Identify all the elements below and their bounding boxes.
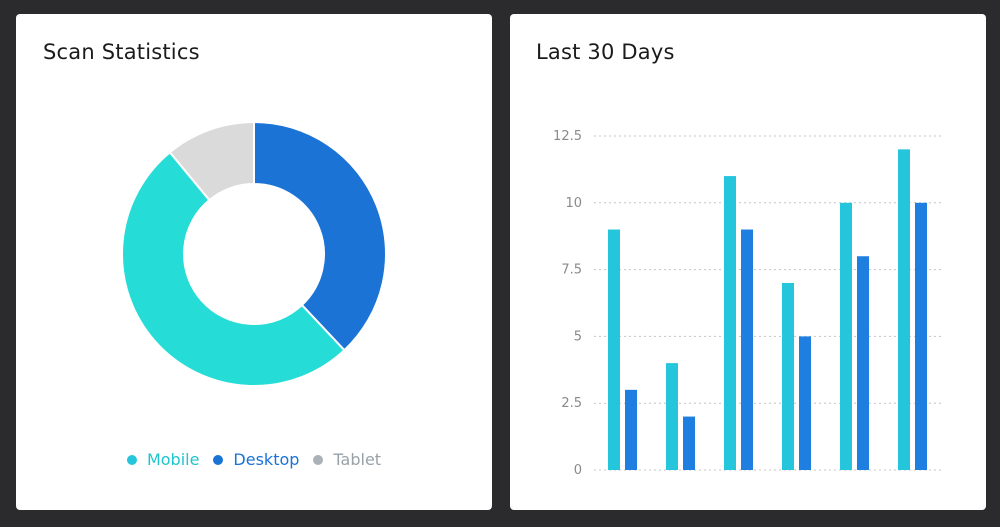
bar-group-4-series-2[interactable]: [799, 336, 811, 470]
bar-group-1-series-1[interactable]: [608, 229, 620, 470]
legend-label-desktop: Desktop: [233, 450, 300, 469]
bar-group-5-series-2[interactable]: [857, 256, 869, 470]
legend-item-mobile[interactable]: Mobile: [126, 450, 200, 469]
bar-group-6-series-1[interactable]: [898, 149, 910, 471]
bar-group-5-series-1[interactable]: [840, 202, 852, 471]
legend-item-desktop[interactable]: Desktop: [213, 450, 299, 469]
legend-label-tablet: Tablet: [333, 450, 382, 469]
legend-item-tablet[interactable]: Tablet: [313, 450, 381, 469]
legend-dot-tablet: [313, 454, 324, 465]
bar-group-6-series-2[interactable]: [915, 202, 927, 471]
bar-group-4-series-1[interactable]: [782, 282, 794, 470]
legend-label-mobile: Mobile: [146, 450, 200, 469]
legend-dot-desktop: [213, 454, 224, 465]
bar-group-2-series-1[interactable]: [666, 363, 678, 470]
legend-dot-mobile: [126, 454, 137, 465]
bar-group-3-series-1[interactable]: [724, 176, 736, 470]
bar-chart: 0 2.5 5 7.5 10 12.5: [553, 129, 942, 478]
donut-legend: Mobile Desktop Tablet: [16, 450, 492, 469]
donut-chart: [121, 120, 387, 387]
donut-slice-desktop[interactable]: [253, 120, 387, 352]
y-tick-label: 7.5: [561, 263, 582, 278]
bar-group-3-series-2[interactable]: [741, 229, 753, 470]
y-tick-label: 0: [574, 463, 582, 478]
y-tick-label: 12.5: [553, 129, 582, 144]
scan-statistics-card: Scan Statistics Mobile Desktop Tablet: [16, 14, 492, 510]
y-tick-label: 2.5: [561, 396, 582, 411]
y-tick-label: 10: [565, 196, 582, 211]
last-30-days-card: Last 30 Days 0 2.5 5 7.5 10 12.5: [510, 14, 986, 510]
bar-group-2-series-2[interactable]: [683, 416, 695, 470]
bar-group-1-series-2[interactable]: [625, 389, 637, 470]
y-tick-label: 5: [574, 329, 582, 344]
